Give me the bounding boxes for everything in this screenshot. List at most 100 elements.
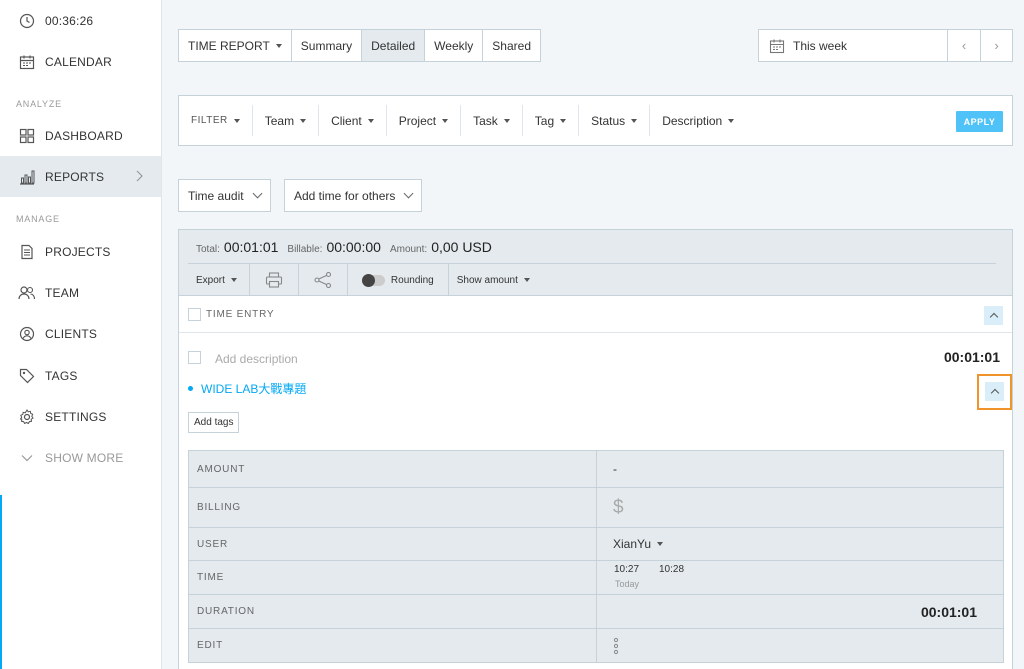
section-label-manage: MANAGE xyxy=(16,214,60,224)
filter-task[interactable]: Task xyxy=(461,105,523,136)
chevron-up-icon xyxy=(989,312,998,322)
section-label-analyze: ANALYZE xyxy=(16,99,62,109)
calendar-icon xyxy=(18,53,36,71)
amount-value: - xyxy=(613,462,617,476)
tab-weekly[interactable]: Weekly xyxy=(425,30,484,61)
chevron-right-icon: › xyxy=(994,38,999,53)
sidebar-item-projects[interactable]: PROJECTS xyxy=(0,231,161,272)
tab-shared[interactable]: Shared xyxy=(483,30,540,61)
chevron-down-icon xyxy=(18,449,36,467)
detail-row-duration: DURATION 00:01:01 xyxy=(189,595,1003,629)
filter-label: Client xyxy=(331,113,362,128)
sidebar-item-tags[interactable]: TAGS xyxy=(0,355,161,396)
calendar-icon xyxy=(769,38,785,54)
detail-row-edit: EDIT xyxy=(189,629,1003,662)
sidebar-item-timer[interactable]: 00:36:26 xyxy=(0,0,161,41)
client-icon xyxy=(18,325,36,343)
billable-value: 00:00:00 xyxy=(326,239,381,255)
sidebar-item-label: SETTINGS xyxy=(45,409,107,424)
project-color-dot xyxy=(188,386,193,391)
gear-icon xyxy=(18,408,36,426)
date-range-picker: This week ‹ › xyxy=(758,29,1013,62)
user-dropdown[interactable]: XianYu xyxy=(597,528,1003,560)
tab-summary[interactable]: Summary xyxy=(292,30,363,61)
filter-label: Team xyxy=(264,113,295,128)
filter-client[interactable]: Client xyxy=(319,105,387,136)
more-vertical-icon[interactable] xyxy=(613,636,619,656)
filter-project[interactable]: Project xyxy=(387,105,462,136)
caret-down-icon xyxy=(300,118,307,123)
billable-toggle[interactable]: $ xyxy=(597,488,1003,527)
filter-label: Status xyxy=(591,113,626,128)
sidebar-item-calendar[interactable]: CALENDAR xyxy=(0,41,161,82)
team-icon xyxy=(18,284,36,302)
select-all-checkbox[interactable] xyxy=(188,308,201,321)
report-type-label: TIME REPORT xyxy=(188,38,270,53)
detail-key: EDIT xyxy=(189,629,597,662)
sidebar-item-settings[interactable]: SETTINGS xyxy=(0,396,161,437)
caret-down-icon xyxy=(275,43,282,48)
sidebar-item-clients[interactable]: CLIENTS xyxy=(0,313,161,354)
print-icon xyxy=(265,272,283,288)
next-period-button[interactable]: › xyxy=(980,30,1012,61)
export-dropdown[interactable]: Export xyxy=(179,264,250,296)
filter-description[interactable]: Description xyxy=(650,105,746,136)
caret-down-icon xyxy=(230,278,237,282)
date-range-field[interactable]: This week xyxy=(759,30,948,61)
edit-menu[interactable] xyxy=(597,629,1003,662)
sidebar-item-show-more[interactable]: SHOW MORE xyxy=(0,437,161,478)
time-audit-dropdown[interactable]: Time audit xyxy=(178,179,271,212)
caret-down-icon xyxy=(503,118,510,123)
detail-row-amount: AMOUNT - xyxy=(189,451,1003,488)
description-input[interactable]: Add description xyxy=(215,352,298,366)
collapse-all-button[interactable] xyxy=(984,306,1003,325)
filter-team[interactable]: Team xyxy=(253,105,320,136)
time-start-input[interactable]: 10:27 xyxy=(614,564,639,575)
detail-key: DURATION xyxy=(189,595,597,628)
report-type-dropdown[interactable]: TIME REPORT xyxy=(179,30,292,61)
show-amount-dropdown[interactable]: Show amount xyxy=(449,264,542,296)
sidebar-item-label: 00:36:26 xyxy=(45,13,94,28)
add-time-label: Add time for others xyxy=(294,188,396,203)
detail-key: BILLING xyxy=(189,488,597,527)
tab-detailed[interactable]: Detailed xyxy=(362,30,426,61)
sidebar-item-label: CALENDAR xyxy=(45,54,112,69)
detail-key: USER xyxy=(189,528,597,560)
sidebar-item-dashboard[interactable]: DASHBOARD xyxy=(0,115,161,156)
rounding-label: Rounding xyxy=(390,274,434,286)
sidebar-item-label: TAGS xyxy=(45,368,78,383)
table-header: TIME ENTRY xyxy=(179,297,1012,333)
entry-details: AMOUNT - BILLING $ USER XianYu TIME 10:2… xyxy=(188,450,1004,663)
project-picker[interactable]: WIDE LAB大戰專題 xyxy=(188,380,306,397)
sidebar-item-reports[interactable]: REPORTS xyxy=(0,156,161,197)
time-range: 10:27 10:28 Today xyxy=(597,561,1003,594)
filter-label: Project xyxy=(398,113,437,128)
add-tags-button[interactable]: Add tags xyxy=(188,412,240,433)
toggle-switch[interactable] xyxy=(361,273,385,287)
report-panel: Total: 00:01:01 Billable: 00:00:00 Amoun… xyxy=(178,229,1013,669)
add-time-dropdown[interactable]: Add time for others xyxy=(284,179,423,212)
filter-dropdown[interactable]: FILTER xyxy=(179,105,253,136)
chevron-down-icon xyxy=(252,188,263,199)
filter-tag[interactable]: Tag xyxy=(523,105,580,136)
time-end-input[interactable]: 10:28 xyxy=(659,564,684,575)
caret-down-icon xyxy=(657,542,664,546)
duration-field[interactable]: 00:01:01 xyxy=(597,595,1003,628)
sidebar-item-team[interactable]: TEAM xyxy=(0,272,161,313)
caret-down-icon xyxy=(560,118,567,123)
highlight-box xyxy=(977,374,1012,410)
detail-row-time: TIME 10:27 10:28 Today xyxy=(189,561,1003,595)
duration-value: 00:01:01 xyxy=(920,604,977,620)
time-date[interactable]: Today xyxy=(615,579,639,589)
prev-period-button[interactable]: ‹ xyxy=(948,30,980,61)
entry-checkbox[interactable] xyxy=(188,351,201,364)
sidebar-item-label: PROJECTS xyxy=(45,244,111,259)
caret-down-icon xyxy=(523,278,530,282)
share-button[interactable] xyxy=(299,264,348,296)
print-button[interactable] xyxy=(250,264,299,296)
apply-button[interactable]: APPLY xyxy=(956,111,1003,132)
detail-row-user: USER XianYu xyxy=(189,528,1003,561)
rounding-toggle[interactable]: Rounding xyxy=(348,264,449,296)
filter-status[interactable]: Status xyxy=(579,105,651,136)
sidebar-accent-line xyxy=(0,495,2,669)
